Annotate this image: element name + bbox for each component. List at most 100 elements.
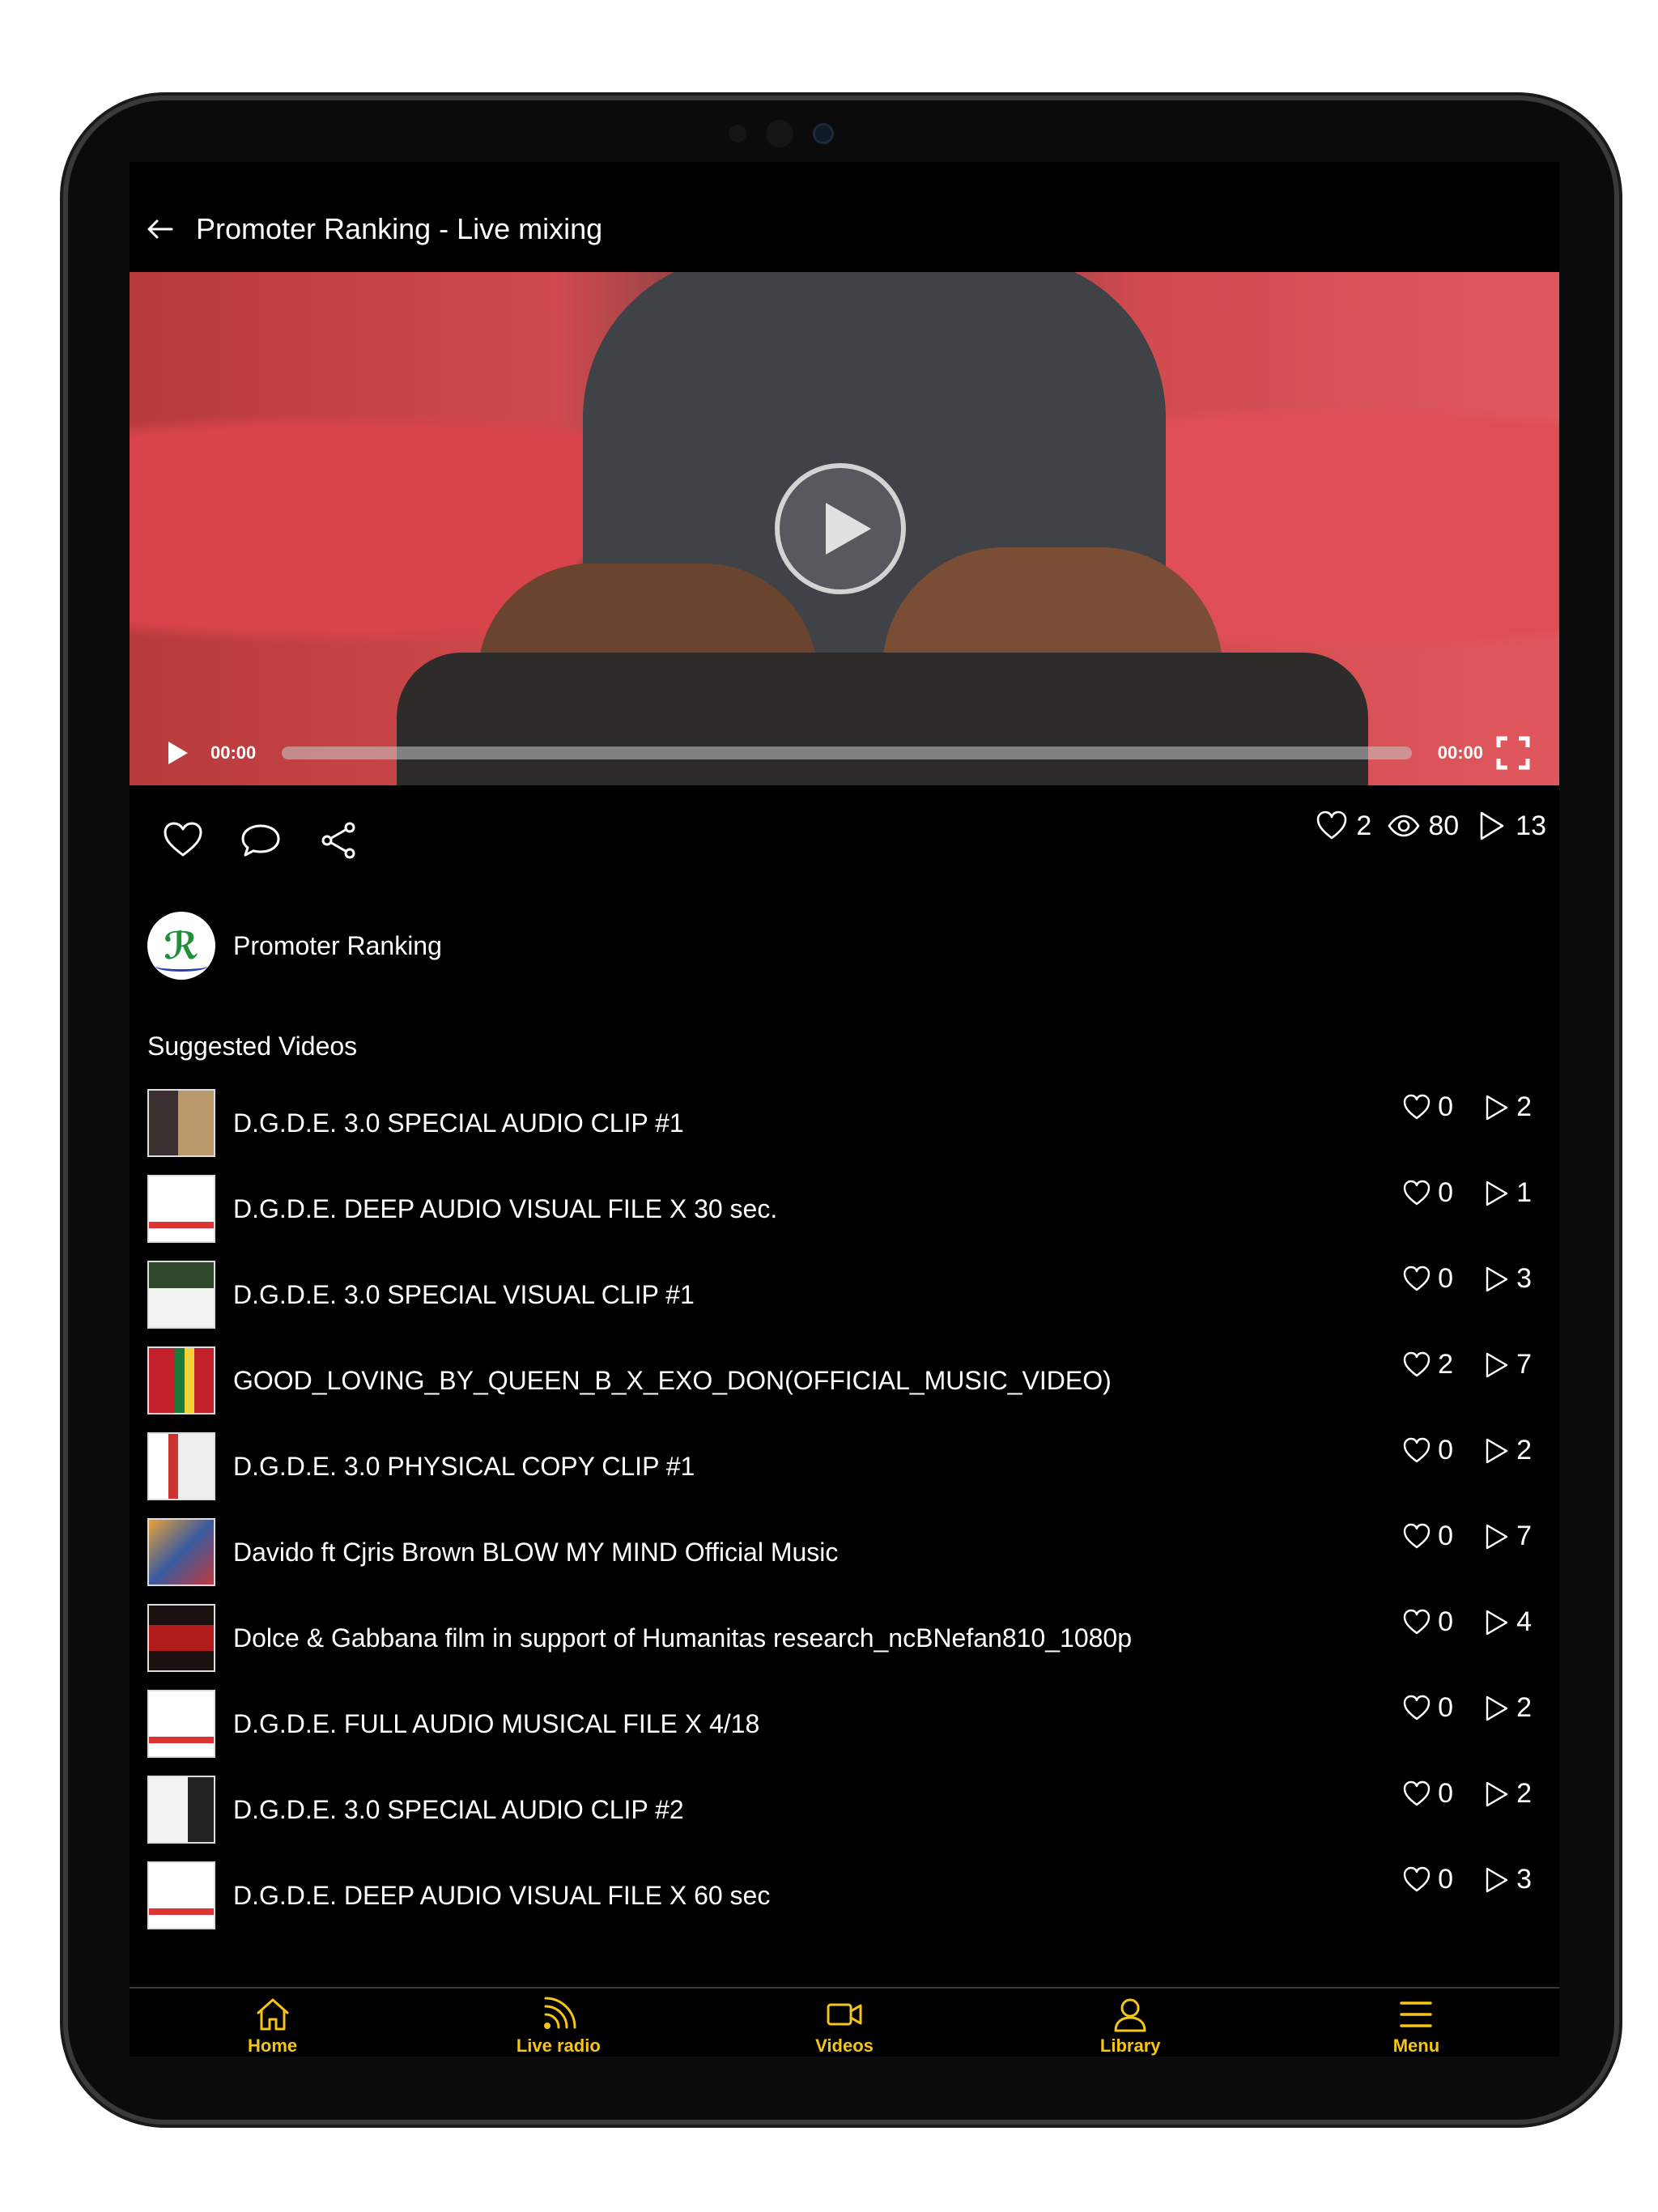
eye-icon [1388, 815, 1420, 837]
video-plays: 7 [1516, 1349, 1532, 1380]
video-likes: 2 [1438, 1349, 1454, 1380]
action-bar [162, 819, 359, 861]
video-thumbnail[interactable] [147, 1861, 215, 1929]
video-item-stats: 0 2 [1402, 1091, 1532, 1123]
video-title: D.G.D.E. 3.0 PHYSICAL COPY CLIP #1 [233, 1451, 695, 1481]
heart-icon[interactable] [1402, 1179, 1431, 1208]
channel-row[interactable]: ℛ Promoter Ranking [147, 912, 442, 980]
video-thumbnail[interactable] [147, 1175, 215, 1243]
video-thumbnail[interactable] [147, 1690, 215, 1758]
video-list-item[interactable]: D.G.D.E. 3.0 SPECIAL AUDIO CLIP #1 0 2 [147, 1080, 1543, 1166]
video-title: D.G.D.E. 3.0 SPECIAL AUDIO CLIP #2 [233, 1794, 684, 1824]
video-thumbnail[interactable] [147, 1432, 215, 1500]
header: Promoter Ranking - Live mixing [144, 212, 602, 246]
video-thumbnail[interactable] [147, 1346, 215, 1414]
share-icon[interactable] [317, 819, 359, 861]
volume-down-button [1614, 327, 1622, 402]
video-thumbnail[interactable] [147, 1261, 215, 1329]
play-outline-icon [1486, 1095, 1508, 1120]
video-list-item[interactable]: D.G.D.E. 3.0 PHYSICAL COPY CLIP #1 0 2 [147, 1423, 1543, 1509]
video-thumbnail[interactable] [147, 1776, 215, 1844]
video-title: D.G.D.E. FULL AUDIO MUSICAL FILE X 4/18 [233, 1708, 760, 1738]
video-list-item[interactable]: D.G.D.E. DEEP AUDIO VISUAL FILE X 30 sec… [147, 1166, 1543, 1252]
heart-icon[interactable] [1402, 1351, 1431, 1380]
video-likes: 0 [1438, 1521, 1454, 1551]
thumbnail-image [149, 1348, 214, 1413]
thumbnail-image [149, 1777, 214, 1842]
video-list-item[interactable]: D.G.D.E. DEEP AUDIO VISUAL FILE X 60 sec… [147, 1853, 1543, 1938]
video-likes: 0 [1438, 1864, 1454, 1895]
sensor-dot [766, 120, 793, 147]
play-icon[interactable] [162, 738, 191, 768]
video-plays: 1 [1516, 1177, 1532, 1208]
play-overlay-icon[interactable] [772, 461, 908, 597]
page-title: Promoter Ranking - Live mixing [196, 212, 603, 245]
video-thumbnail[interactable] [147, 1604, 215, 1672]
play-outline-icon [1486, 1695, 1508, 1721]
heart-icon[interactable] [1402, 1265, 1431, 1294]
heart-icon[interactable] [1402, 1093, 1431, 1122]
tab-label: Library [1099, 2035, 1161, 2056]
user-icon [1114, 1998, 1146, 2032]
video-stats: 2 80 13 [1299, 810, 1546, 842]
video-plays: 3 [1516, 1263, 1532, 1294]
video-likes: 0 [1438, 1435, 1454, 1465]
logo-underline [155, 961, 207, 972]
heart-icon[interactable] [162, 819, 204, 861]
current-time: 00:00 [210, 742, 257, 763]
fullscreen-icon[interactable] [1496, 736, 1530, 770]
video-list-item[interactable]: Dolce & Gabbana film in support of Human… [147, 1595, 1543, 1681]
menu-icon [1400, 2001, 1433, 2027]
plays-stat: 13 [1475, 810, 1546, 842]
heart-icon[interactable] [1402, 1608, 1431, 1637]
play-outline-icon [1486, 1524, 1508, 1549]
video-player[interactable]: 00:00 00:00 [130, 272, 1559, 785]
video-thumbnail[interactable] [147, 1518, 215, 1586]
heart-icon[interactable] [1402, 1865, 1431, 1895]
video-thumbnail[interactable] [147, 1089, 215, 1157]
video-item-stats: 0 4 [1402, 1606, 1532, 1638]
tab-library[interactable]: Library [988, 1989, 1273, 2058]
suggested-videos-heading: Suggested Videos [147, 1032, 358, 1061]
tab-videos[interactable]: Videos [701, 1989, 987, 2058]
camera-bar [729, 120, 834, 147]
video-item-stats: 2 7 [1402, 1349, 1532, 1380]
heart-icon[interactable] [1402, 1780, 1431, 1809]
video-likes: 0 [1438, 1263, 1454, 1294]
video-list-item[interactable]: Davido ft Cjris Brown BLOW MY MIND Offic… [147, 1509, 1543, 1595]
player-controls: 00:00 00:00 [130, 721, 1559, 785]
play-outline-icon [1486, 1352, 1508, 1377]
channel-avatar[interactable]: ℛ [147, 912, 215, 980]
video-camera-icon [827, 2003, 862, 2026]
video-list-item[interactable]: D.G.D.E. 3.0 SPECIAL VISUAL CLIP #1 0 3 [147, 1252, 1543, 1338]
play-outline-icon [1486, 1610, 1508, 1635]
tab-home[interactable]: Home [130, 1989, 415, 2058]
duration-time: 00:00 [1437, 742, 1483, 763]
views-stat: 80 [1388, 810, 1459, 842]
channel-name: Promoter Ranking [233, 930, 442, 960]
video-item-stats: 0 2 [1402, 1435, 1532, 1466]
video-likes: 0 [1438, 1091, 1454, 1122]
heart-icon[interactable] [1402, 1522, 1431, 1551]
tab-label: Home [248, 2035, 298, 2056]
video-list-item[interactable]: GOOD_LOVING_BY_QUEEN_B_X_EXO_DON(OFFICIA… [147, 1338, 1543, 1423]
video-item-stats: 0 1 [1402, 1177, 1532, 1209]
tab-label: Videos [815, 2035, 874, 2056]
bottom-tab-bar: Home Live radio Videos Library Menu [130, 1987, 1559, 2058]
tab-label: Live radio [516, 2035, 601, 2056]
video-list-item[interactable]: D.G.D.E. FULL AUDIO MUSICAL FILE X 4/18 … [147, 1681, 1543, 1767]
video-list-item[interactable]: D.G.D.E. 3.0 SPECIAL AUDIO CLIP #2 0 2 [147, 1767, 1543, 1853]
tab-menu[interactable]: Menu [1273, 1989, 1559, 2058]
heart-icon[interactable] [1402, 1436, 1431, 1465]
video-plays: 7 [1516, 1521, 1532, 1551]
tab-live-radio[interactable]: Live radio [415, 1989, 701, 2058]
video-item-stats: 0 3 [1402, 1263, 1532, 1295]
back-arrow-icon[interactable] [144, 213, 176, 245]
video-plays: 2 [1516, 1778, 1532, 1809]
comment-icon[interactable] [240, 819, 282, 861]
heart-icon [1317, 810, 1347, 840]
video-title: D.G.D.E. 3.0 SPECIAL AUDIO CLIP #1 [233, 1108, 684, 1138]
thumbnail-image [149, 1520, 214, 1585]
seek-bar[interactable] [282, 747, 1412, 759]
heart-icon[interactable] [1402, 1694, 1431, 1723]
